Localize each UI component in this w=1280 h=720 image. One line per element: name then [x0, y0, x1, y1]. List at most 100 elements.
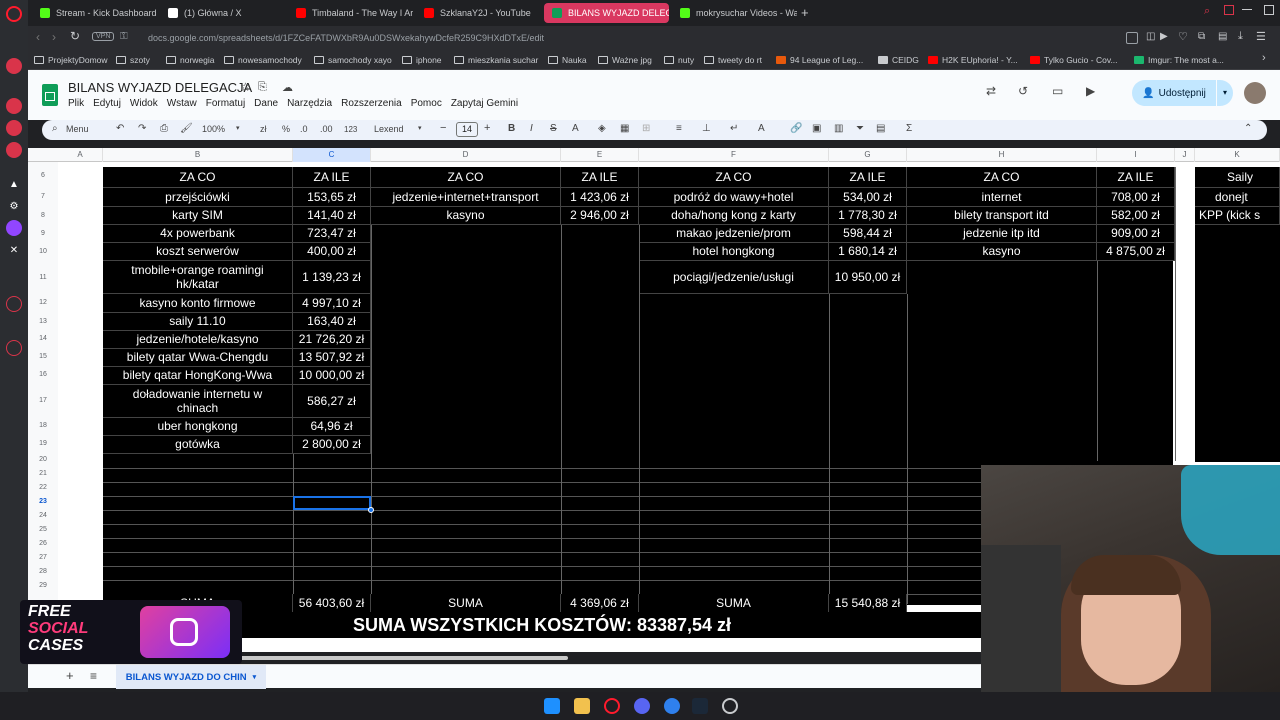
menu-item[interactable]: Rozszerzenia	[341, 98, 402, 109]
header-cell[interactable]: ZA CO	[103, 167, 293, 188]
all-sheets-icon[interactable]: ≡	[90, 669, 97, 683]
currency-icon[interactable]: zł	[260, 124, 267, 134]
bookmark-item[interactable]: szoty	[116, 53, 150, 67]
selected-cell[interactable]	[293, 496, 371, 510]
bookmark-item[interactable]: ProjektyDomow	[34, 53, 108, 67]
row-header[interactable]: 24	[28, 512, 58, 519]
increase-font-icon[interactable]: +	[484, 122, 490, 134]
row-header[interactable]: 14	[28, 335, 58, 342]
column-header[interactable]: I	[1097, 148, 1175, 162]
table-cell[interactable]: KPP (kick s	[1195, 207, 1280, 225]
settings-icon[interactable]: ⚙	[6, 198, 22, 214]
site-info-icon[interactable]: ⚿	[120, 31, 128, 42]
comments-icon[interactable]: ▭	[1052, 84, 1063, 98]
bookmark-item[interactable]: Nauka	[548, 53, 587, 67]
row-header[interactable]: 9	[28, 230, 58, 237]
filter-icon[interactable]: ⏷	[856, 123, 864, 134]
x-icon[interactable]: ✕	[6, 242, 22, 258]
redo-icon[interactable]: ↷	[138, 123, 146, 134]
header-cell[interactable]: ZA ILE	[1097, 167, 1175, 188]
link-icon[interactable]: 🔗	[790, 123, 802, 134]
bookmark-item[interactable]: CEIDG	[878, 53, 919, 67]
bookmark-item[interactable]: 94 League of Leg...	[776, 53, 863, 67]
reload-icon[interactable]: ↻	[70, 29, 80, 43]
table-cell[interactable]: gotówka	[103, 436, 293, 454]
zoom-select[interactable]: 100%	[202, 124, 225, 134]
more-bookmarks-icon[interactable]: ›	[1262, 52, 1266, 64]
sheet-tab-dropdown-icon[interactable]: ▾	[253, 673, 257, 681]
twitch-icon[interactable]	[6, 220, 22, 236]
header-cell[interactable]: ZA CO	[371, 167, 561, 188]
vertical-align-icon[interactable]: ⊥	[702, 123, 711, 134]
sheet-tab-active[interactable]: BILANS WYJAZD DO CHIN ▾	[116, 665, 266, 689]
row-header-selected[interactable]: 23	[28, 498, 58, 505]
column-header[interactable]: G	[829, 148, 907, 162]
opera-logo-icon[interactable]	[6, 6, 22, 22]
table-cell[interactable]: kasyno	[907, 243, 1097, 261]
strikethrough-icon[interactable]: S	[550, 123, 557, 134]
column-header[interactable]: E	[561, 148, 639, 162]
steam-icon[interactable]	[692, 698, 708, 714]
menu-item[interactable]: Edytuj	[93, 98, 121, 109]
table-cell[interactable]: 598,44 zł	[829, 225, 907, 243]
row-header[interactable]: 27	[28, 554, 58, 561]
table-cell[interactable]: koszt serwerów	[103, 243, 293, 261]
menu-item[interactable]: Zapytaj Gemini	[451, 98, 518, 109]
menu-icon[interactable]: ☰	[1256, 30, 1266, 43]
row-header[interactable]: 21	[28, 470, 58, 477]
avatar[interactable]	[1244, 82, 1266, 104]
menu-item[interactable]: Formatuj	[206, 98, 245, 109]
bookmark-item[interactable]: Ważne jpg	[598, 53, 652, 67]
row-header[interactable]: 7	[28, 193, 58, 200]
menu-item[interactable]: Narzędzia	[287, 98, 332, 109]
table-cell[interactable]: 10 000,00 zł	[293, 367, 371, 385]
column-header[interactable]: F	[639, 148, 829, 162]
menu-item[interactable]: Pomoc	[411, 98, 442, 109]
font-dropdown-icon[interactable]: ▾	[418, 124, 422, 132]
sidebar-app-icon[interactable]	[6, 120, 22, 136]
table-cell[interactable]: 163,40 zł	[293, 313, 371, 331]
search-tabs-icon[interactable]: ⌕	[1204, 5, 1210, 18]
table-cell[interactable]: pociągi/jedzenie/usługi	[639, 261, 829, 294]
forward-icon[interactable]: ›	[52, 30, 56, 44]
row-header[interactable]: 20	[28, 456, 58, 463]
column-header[interactable]: A	[58, 148, 103, 162]
table-cell[interactable]: karty SIM	[103, 207, 293, 225]
browser-tab[interactable]: Timbaland - The Way I Are	[288, 3, 413, 23]
table-cell[interactable]: donejt	[1195, 188, 1280, 207]
row-header[interactable]: 8	[28, 212, 58, 219]
header-cell[interactable]: ZA ILE	[561, 167, 639, 188]
table-cell[interactable]: 909,00 zł	[1097, 225, 1175, 243]
bookmark-item[interactable]: tweety do rt	[704, 53, 762, 67]
heart-icon[interactable]: ♡	[1178, 30, 1188, 43]
table-cell[interactable]: makao jedzenie/prom	[639, 225, 829, 243]
bookmark-item[interactable]: norwegia	[166, 53, 215, 67]
sum-label[interactable]: SUMA	[371, 594, 561, 612]
table-cell[interactable]: 2 946,00 zł	[561, 207, 639, 225]
number-format[interactable]: 123	[344, 125, 357, 134]
table-cell[interactable]: 141,40 zł	[293, 207, 371, 225]
sum-value[interactable]: 15 540,88 zł	[829, 594, 907, 612]
row-header[interactable]: 19	[28, 440, 58, 447]
zoom-dropdown-icon[interactable]: ▾	[236, 124, 240, 132]
row-header[interactable]: 15	[28, 353, 58, 360]
share-button[interactable]: 👤 Udostępnij	[1132, 80, 1216, 106]
table-cell[interactable]: 2 800,00 zł	[293, 436, 371, 454]
move-icon[interactable]: ⎘	[258, 81, 267, 94]
row-header[interactable]: 26	[28, 540, 58, 547]
cloud-status-icon[interactable]: ☁	[282, 81, 293, 94]
table-cell[interactable]: podróż do wawy+hotel	[639, 188, 829, 207]
table-cell[interactable]: 13 507,92 zł	[293, 349, 371, 367]
table-cell[interactable]: kasyno	[371, 207, 561, 225]
table-cell[interactable]: 4x powerbank	[103, 225, 293, 243]
decrease-font-icon[interactable]: −	[440, 122, 446, 134]
bold-icon[interactable]: B	[508, 123, 515, 134]
sum-label[interactable]: SUMA	[639, 594, 829, 612]
percent-icon[interactable]: %	[282, 124, 290, 134]
decrease-decimal-icon[interactable]: .0	[300, 124, 308, 134]
row-header[interactable]: 12	[28, 299, 58, 306]
fill-color-icon[interactable]: ◈	[598, 123, 606, 134]
align-icon[interactable]: ≡	[676, 123, 682, 134]
row-header[interactable]: 18	[28, 422, 58, 429]
bookmark-item[interactable]: nuty	[664, 53, 694, 67]
